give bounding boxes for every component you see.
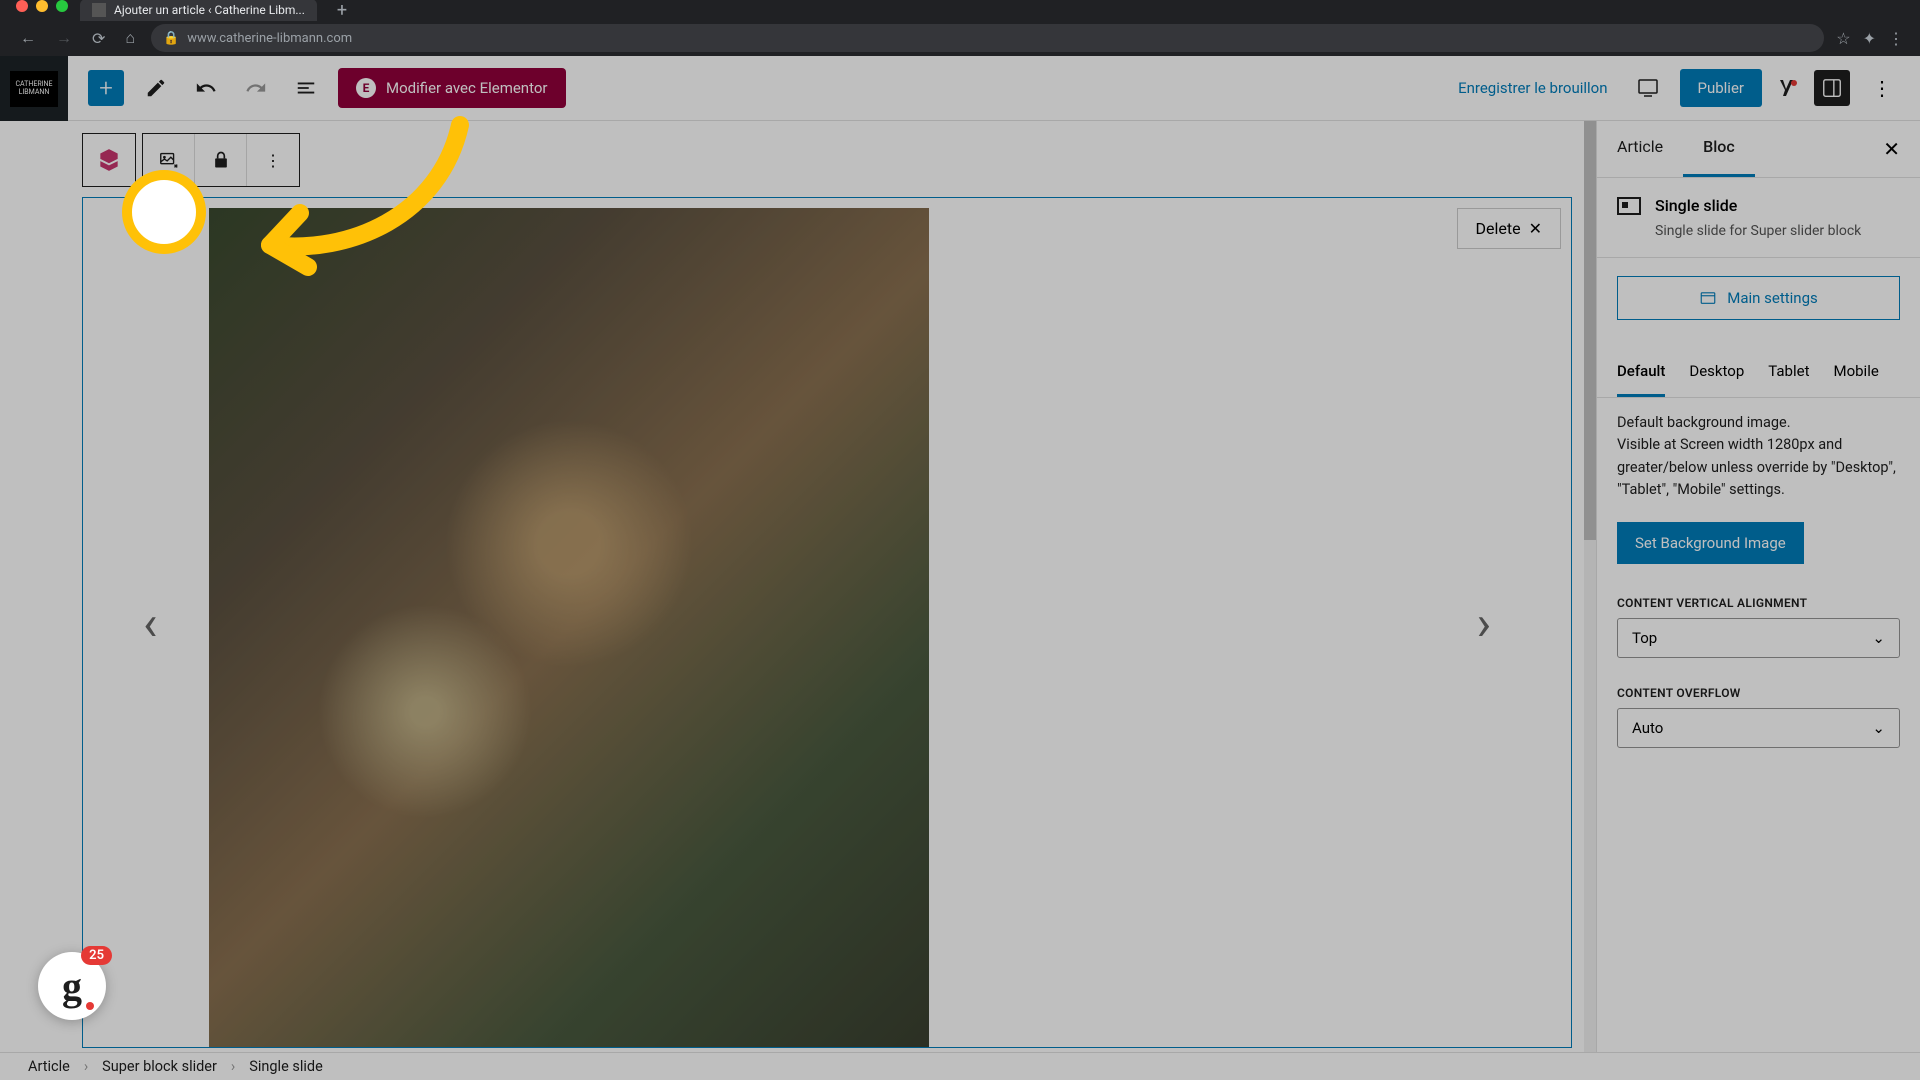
elementor-icon: E xyxy=(356,78,376,98)
guidde-widget[interactable]: g 25 xyxy=(38,952,106,1020)
breadcrumb: Article › Super block slider › Single sl… xyxy=(0,1052,1920,1080)
slider-block[interactable]: Delete ✕ ‹ › xyxy=(82,197,1572,1048)
responsive-tab-mobile[interactable]: Mobile xyxy=(1833,348,1878,397)
site-info-icon[interactable]: 🔒 xyxy=(163,31,179,46)
main-settings-label: Main settings xyxy=(1727,289,1818,307)
extensions-icon[interactable]: ✦ xyxy=(1863,29,1876,48)
macos-close[interactable] xyxy=(16,0,28,12)
block-type-icon[interactable] xyxy=(83,134,135,186)
browser-menu-icon[interactable]: ⋮ xyxy=(1888,29,1904,48)
lock-icon[interactable] xyxy=(195,134,247,186)
replace-image-icon[interactable] xyxy=(143,134,195,186)
main-settings-button[interactable]: Main settings xyxy=(1617,276,1900,320)
responsive-tab-tablet[interactable]: Tablet xyxy=(1768,348,1809,397)
responsive-tab-default[interactable]: Default xyxy=(1617,348,1665,397)
chevron-down-icon: ⌄ xyxy=(1872,719,1885,737)
delete-label: Delete xyxy=(1476,219,1521,238)
publish-button[interactable]: Publier xyxy=(1680,69,1763,107)
undo-icon[interactable] xyxy=(188,70,224,106)
overflow-label: CONTENT OVERFLOW xyxy=(1597,674,1920,708)
breadcrumb-item[interactable]: Single slide xyxy=(249,1058,323,1075)
url-text: www.catherine-libmann.com xyxy=(187,31,352,46)
macos-minimize[interactable] xyxy=(36,0,48,12)
tab-bloc[interactable]: Bloc xyxy=(1683,121,1755,177)
favicon xyxy=(92,3,106,17)
guidde-indicator-dot xyxy=(86,1002,94,1010)
new-tab-button[interactable]: + xyxy=(337,0,347,21)
elementor-label: Modifier avec Elementor xyxy=(386,79,548,97)
slider-next-icon[interactable]: › xyxy=(1457,574,1511,671)
more-options-icon[interactable]: ⋮ xyxy=(1864,68,1900,108)
guidde-logo: g xyxy=(62,963,82,1010)
responsive-description: Default background image. Visible at Scr… xyxy=(1597,398,1920,516)
preview-button[interactable] xyxy=(1630,70,1666,106)
overflow-select[interactable]: Auto ⌄ xyxy=(1617,708,1900,748)
valign-label: CONTENT VERTICAL ALIGNMENT xyxy=(1597,584,1920,618)
reload-icon[interactable]: ⟳ xyxy=(88,25,109,52)
overflow-value: Auto xyxy=(1632,719,1663,737)
settings-sidebar: Article Bloc ✕ Single slide Single slide… xyxy=(1596,121,1920,1052)
block-toolbar: ⋮ xyxy=(82,133,300,187)
breadcrumb-item[interactable]: Super block slider xyxy=(102,1058,217,1075)
block-title: Single slide xyxy=(1655,196,1737,215)
wp-admin-bar[interactable]: CATHERINE LIBMANN xyxy=(0,56,68,121)
delete-slide-button[interactable]: Delete ✕ xyxy=(1457,208,1561,249)
close-icon: ✕ xyxy=(1529,219,1542,238)
slide-image[interactable] xyxy=(209,208,929,1047)
close-sidebar-icon[interactable]: ✕ xyxy=(1863,121,1920,177)
canvas-scrollbar[interactable] xyxy=(1584,121,1596,1052)
edit-with-elementor-button[interactable]: E Modifier avec Elementor xyxy=(338,68,566,108)
responsive-tab-desktop[interactable]: Desktop xyxy=(1689,348,1744,397)
yoast-icon[interactable] xyxy=(1776,76,1800,100)
guidde-badge: 25 xyxy=(81,946,112,965)
editor-canvas[interactable]: ⋮ Delete ✕ ‹ › xyxy=(68,121,1596,1052)
macos-zoom[interactable] xyxy=(56,0,68,12)
forward-icon[interactable]: → xyxy=(52,24,76,52)
block-more-icon[interactable]: ⋮ xyxy=(247,134,299,186)
site-logo: CATHERINE LIBMANN xyxy=(10,71,58,107)
browser-tab[interactable]: Ajouter un article ‹ Catherine Libm... xyxy=(80,0,317,21)
bookmark-icon[interactable]: ☆ xyxy=(1836,29,1850,48)
chevron-down-icon: ⌄ xyxy=(1872,629,1885,647)
set-background-image-button[interactable]: Set Background Image xyxy=(1617,522,1804,564)
settings-panel-toggle[interactable] xyxy=(1814,70,1850,106)
edit-mode-icon[interactable] xyxy=(138,70,174,106)
tab-title: Ajouter un article ‹ Catherine Libm... xyxy=(114,3,305,17)
block-icon xyxy=(1617,197,1641,215)
save-draft-button[interactable]: Enregistrer le brouillon xyxy=(1450,71,1615,105)
settings-icon xyxy=(1699,289,1717,307)
document-outline-icon[interactable] xyxy=(288,70,324,106)
chevron-right-icon: › xyxy=(84,1058,88,1075)
valign-value: Top xyxy=(1632,629,1657,647)
add-block-button[interactable]: + xyxy=(88,70,124,106)
editor-top-toolbar: + E Modifier avec Elementor Enregistrer … xyxy=(68,56,1920,121)
back-icon[interactable]: ← xyxy=(16,24,40,52)
home-icon[interactable]: ⌂ xyxy=(121,24,139,52)
address-bar[interactable]: 🔒 www.catherine-libmann.com xyxy=(151,24,1824,52)
redo-icon[interactable] xyxy=(238,70,274,106)
valign-select[interactable]: Top ⌄ xyxy=(1617,618,1900,658)
tab-article[interactable]: Article xyxy=(1597,121,1683,177)
slider-prev-icon[interactable]: ‹ xyxy=(123,574,177,671)
block-description: Single slide for Super slider block xyxy=(1655,223,1900,239)
chevron-right-icon: › xyxy=(231,1058,235,1075)
breadcrumb-item[interactable]: Article xyxy=(28,1058,70,1075)
